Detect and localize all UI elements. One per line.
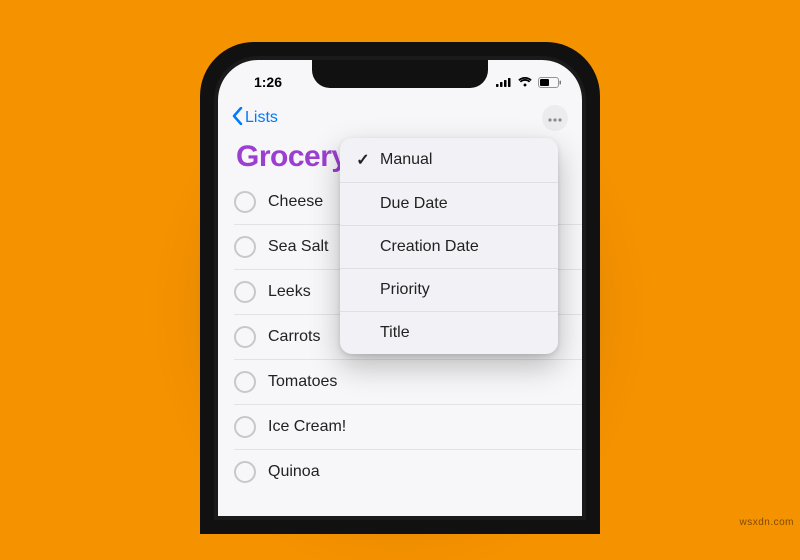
sort-option-label: Creation Date [380, 238, 479, 256]
watermark: wsxdn.com [739, 517, 794, 528]
back-label: Lists [245, 109, 278, 127]
reminder-label: Tomatoes [268, 373, 582, 391]
sort-option-creation-date[interactable]: Creation Date [340, 226, 558, 269]
reminder-label: Quinoa [268, 463, 582, 481]
sort-option-label: Priority [380, 281, 430, 299]
screen: 1:26 Lis [218, 60, 582, 516]
wifi-icon [518, 77, 532, 87]
reminder-checkbox[interactable] [234, 281, 256, 303]
reminder-checkbox[interactable] [234, 191, 256, 213]
chevron-left-icon [232, 107, 243, 130]
status-time: 1:26 [238, 74, 298, 90]
sort-option-label: Manual [380, 151, 432, 169]
reminder-row[interactable]: Ice Cream! [234, 405, 582, 450]
sort-option-due-date[interactable]: Due Date [340, 183, 558, 226]
phone-frame: 1:26 Lis [200, 42, 600, 534]
reminder-label: Ice Cream! [268, 418, 582, 436]
sort-option-title[interactable]: Title [340, 312, 558, 354]
reminder-checkbox[interactable] [234, 461, 256, 483]
more-button[interactable] [542, 105, 568, 131]
sort-option-label: Title [380, 324, 410, 342]
reminder-row[interactable]: Quinoa [234, 450, 582, 494]
reminder-row[interactable]: Tomatoes [234, 360, 582, 405]
nav-bar: Lists [218, 98, 582, 138]
status-indicators [496, 77, 562, 88]
reminder-checkbox[interactable] [234, 371, 256, 393]
ellipsis-icon [548, 109, 562, 127]
sort-option-manual[interactable]: ✓ Manual [340, 138, 558, 183]
back-button[interactable]: Lists [232, 107, 278, 130]
sort-menu: ✓ Manual Due Date Creation Date Priority [340, 138, 558, 354]
cellular-signal-icon [496, 77, 512, 87]
notch [312, 60, 488, 88]
sort-option-priority[interactable]: Priority [340, 269, 558, 312]
checkmark-icon: ✓ [356, 150, 370, 170]
reminder-checkbox[interactable] [234, 416, 256, 438]
phone-bezel: 1:26 Lis [214, 56, 586, 520]
reminder-checkbox[interactable] [234, 326, 256, 348]
reminder-checkbox[interactable] [234, 236, 256, 258]
sort-option-label: Due Date [380, 195, 448, 213]
battery-icon [538, 77, 562, 88]
